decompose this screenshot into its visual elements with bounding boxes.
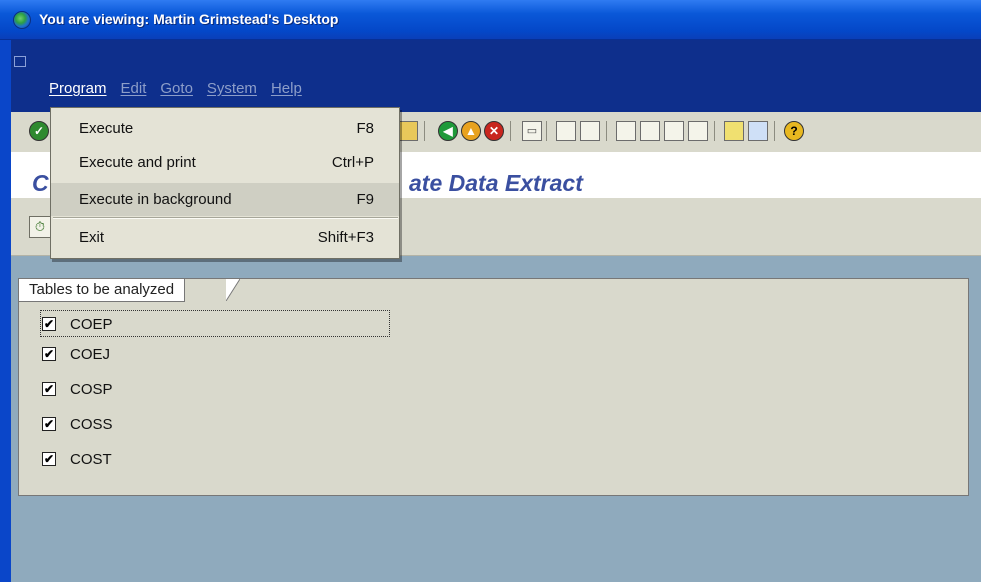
toolbar-separator — [424, 121, 425, 141]
execute-icon[interactable]: ⏱ — [29, 216, 51, 238]
menu-item-shortcut: Ctrl+P — [331, 154, 374, 171]
checkbox-row-cosp[interactable]: ✔ COSP — [42, 377, 113, 401]
program-menu-dropdown: Execute F8 Execute and print Ctrl+P Exec… — [50, 107, 400, 259]
menu-item-execute[interactable]: Execute F8 — [51, 112, 399, 145]
sap-menu-area — [11, 40, 981, 112]
group-title-tab-edge — [226, 279, 240, 301]
checkbox-row-coep[interactable]: ✔ COEP — [42, 312, 113, 336]
print-icon[interactable]: ▭ — [522, 121, 542, 141]
first-page-icon[interactable] — [616, 121, 636, 141]
next-page-icon[interactable] — [664, 121, 684, 141]
checkbox[interactable]: ✔ — [42, 452, 56, 466]
menu-item-exit[interactable]: Exit Shift+F3 — [51, 221, 399, 254]
checkbox[interactable]: ✔ — [42, 382, 56, 396]
previous-page-icon[interactable] — [640, 121, 660, 141]
checkbox[interactable]: ✔ — [42, 347, 56, 361]
menu-item-shortcut: Shift+F3 — [317, 229, 374, 246]
window-title-bar: You are viewing: Martin Grimstead's Desk… — [0, 0, 981, 40]
shortcut-icon[interactable] — [748, 121, 768, 141]
screen-title-right: ate Data Extract — [409, 170, 583, 196]
checkbox-row-coss[interactable]: ✔ COSS — [42, 412, 113, 436]
checkbox-label: COSP — [70, 380, 113, 398]
create-session-icon[interactable] — [724, 121, 744, 141]
back-icon[interactable]: ◀ — [438, 121, 458, 141]
enter-icon[interactable]: ✓ — [29, 121, 49, 141]
screen-title-left: C — [32, 170, 49, 196]
help-icon[interactable]: ? — [784, 121, 804, 141]
menu-item-label: Execute and print — [79, 154, 196, 171]
left-frame — [0, 40, 11, 582]
menu-program[interactable]: Program — [49, 80, 107, 100]
system-menu-icon[interactable] — [14, 56, 26, 67]
checkbox[interactable]: ✔ — [42, 417, 56, 431]
group-title: Tables to be analyzed — [19, 279, 186, 302]
toolbar-separator — [510, 121, 511, 141]
window-title: You are viewing: Martin Grimstead's Desk… — [39, 11, 339, 27]
last-page-icon[interactable] — [688, 121, 708, 141]
menu-item-execute-in-background[interactable]: Execute in background F9 — [51, 183, 399, 216]
checkbox-label: COSS — [70, 415, 113, 433]
menu-item-label: Execute — [79, 120, 134, 137]
cancel-icon[interactable]: ✕ — [484, 121, 504, 141]
checkbox[interactable]: ✔ — [42, 317, 56, 331]
menu-item-execute-and-print[interactable]: Execute and print Ctrl+P — [51, 146, 399, 179]
menu-item-label: Execute in background — [79, 191, 232, 208]
menu-help[interactable]: Help — [271, 80, 302, 100]
menu-item-shortcut: F8 — [356, 120, 374, 137]
checkbox-row-coej[interactable]: ✔ COEJ — [42, 342, 110, 366]
save-icon[interactable] — [398, 121, 418, 141]
checkbox-label: COEJ — [70, 345, 111, 363]
checkbox-label: COEP — [70, 315, 113, 333]
exit-icon[interactable]: ▲ — [461, 121, 481, 141]
checkbox-row-cost[interactable]: ✔ COST — [42, 447, 112, 471]
find-icon[interactable] — [556, 121, 576, 141]
toolbar-separator — [546, 121, 547, 141]
find-next-icon[interactable] — [580, 121, 600, 141]
toolbar-separator — [774, 121, 775, 141]
toolbar-separator — [714, 121, 715, 141]
menu-separator — [53, 217, 398, 219]
checkbox-label: COST — [70, 450, 112, 468]
menu-edit[interactable]: Edit — [121, 80, 147, 100]
globe-icon — [13, 11, 31, 29]
toolbar-separator — [606, 121, 607, 141]
menu-goto[interactable]: Goto — [160, 80, 193, 100]
menu-item-label: Exit — [79, 229, 105, 246]
menu-bar: Program Edit Goto System Help — [49, 80, 316, 100]
menu-item-shortcut: F9 — [356, 191, 374, 208]
menu-system[interactable]: System — [207, 80, 257, 100]
